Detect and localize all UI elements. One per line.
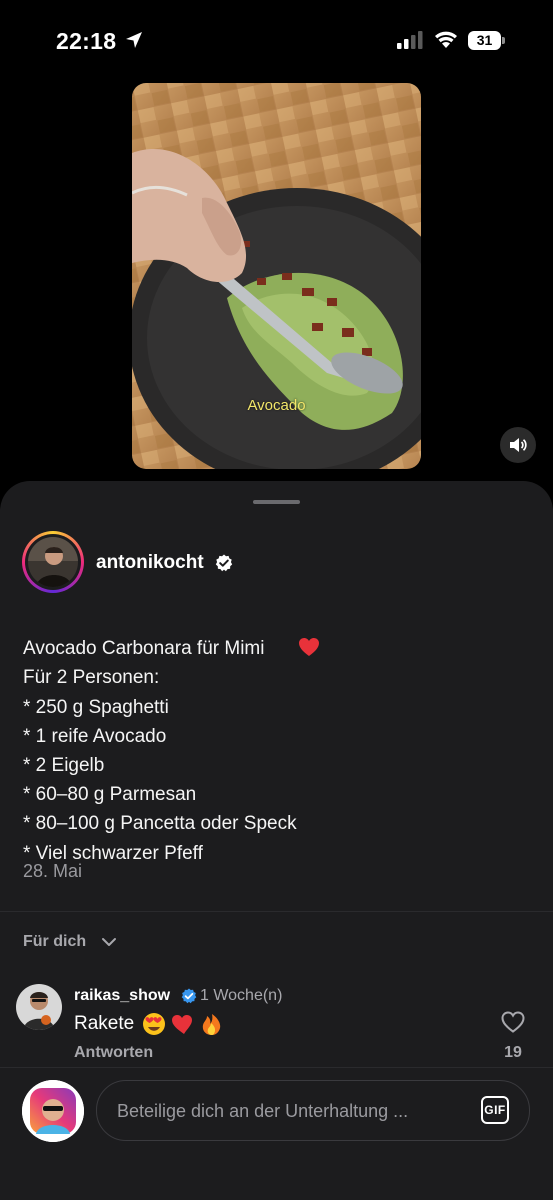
drag-handle[interactable] <box>253 500 300 504</box>
location-arrow-icon <box>126 32 142 48</box>
sound-toggle-button[interactable] <box>500 427 536 463</box>
comment-input-box[interactable]: GIF <box>96 1080 530 1142</box>
comment-text: Rakete <box>74 1013 135 1034</box>
post-caption: Avocado Carbonara für Mimi Für 2 Persone… <box>23 608 523 868</box>
comment-username[interactable]: raikas_show <box>74 987 170 1005</box>
my-avatar-image <box>22 1080 84 1142</box>
chevron-down-icon[interactable] <box>101 936 117 948</box>
caption-line: Für 2 Personen: <box>23 667 160 689</box>
heart-outline-icon[interactable] <box>501 1011 525 1033</box>
red-heart-emoji <box>172 1015 192 1034</box>
reel-video[interactable]: Avocado <box>132 83 421 469</box>
caption-line: * 2 Eigelb <box>23 755 105 777</box>
like-count: 19 <box>504 1044 522 1061</box>
author-username[interactable]: antonikocht <box>96 552 204 574</box>
signal-icon <box>397 31 423 49</box>
comments-sheet: antonikocht Avocado Carbonara für Mimi F… <box>0 481 553 1200</box>
battery-level: 31 <box>476 32 493 48</box>
battery-icon: 31 <box>468 31 505 50</box>
author-avatar-image <box>28 537 78 587</box>
speaker-icon <box>510 438 527 452</box>
my-avatar[interactable] <box>22 1080 84 1142</box>
heart-eyes-emoji <box>143 1013 165 1035</box>
reply-button[interactable]: Antworten <box>74 1044 153 1062</box>
fire-emoji <box>202 1014 221 1035</box>
caption-line: * 80–100 g Pancetta oder Speck <box>23 813 297 835</box>
verified-badge-icon <box>215 554 233 572</box>
post-date: 28. Mai <box>23 861 83 881</box>
commenter-avatar[interactable] <box>16 984 62 1030</box>
caption-line: * Viel schwarzer Pfeff <box>23 842 203 864</box>
wifi-icon <box>435 31 457 48</box>
video-overlay-caption: Avocado <box>247 397 306 414</box>
status-bar: 22:18 31 <box>0 0 553 84</box>
comment-composer: GIF <box>0 1067 553 1200</box>
red-heart-emoji <box>266 608 320 657</box>
comment-time: 1 Woche(n) <box>200 987 283 1004</box>
caption-line: Avocado Carbonara für Mimi <box>23 608 523 663</box>
comment-emojis <box>142 1011 226 1037</box>
divider <box>0 911 553 912</box>
commenter-avatar-image <box>16 984 62 1030</box>
comment-input[interactable] <box>115 1081 459 1142</box>
caption-line: * 250 g Spaghetti <box>23 696 169 718</box>
gif-button[interactable]: GIF <box>481 1096 509 1124</box>
comment-filter-dropdown[interactable]: Für dich <box>23 933 86 951</box>
verified-badge-icon <box>181 988 197 1004</box>
caption-line: * 1 reife Avocado <box>23 725 167 747</box>
status-time: 22:18 <box>56 28 117 54</box>
author-avatar[interactable] <box>22 531 84 593</box>
caption-line: * 60–80 g Parmesan <box>23 784 197 806</box>
